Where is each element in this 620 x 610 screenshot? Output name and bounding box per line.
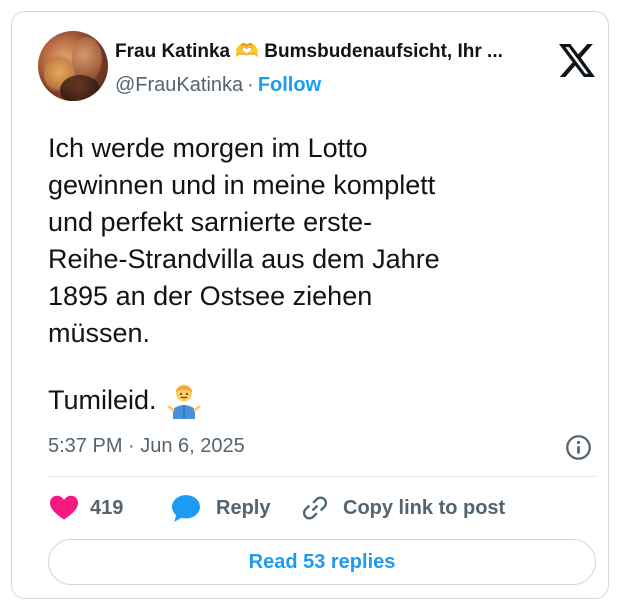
author-handle[interactable]: @FrauKatinka: [115, 74, 243, 96]
tweet-text-line-2: Tumileid.: [48, 382, 201, 419]
like-count: 419: [90, 496, 124, 519]
tweet-text: Ich werde morgen im Lotto gewinnen und i…: [48, 133, 440, 348]
heart-icon: [50, 495, 78, 520]
separator-dot: ·: [247, 74, 254, 96]
x-logo-icon[interactable]: [559, 44, 595, 77]
like-button[interactable]: 419: [50, 493, 123, 523]
person-shrugging-emoji: [166, 384, 201, 419]
reply-label: Reply: [216, 496, 271, 519]
reply-bubble-icon: [172, 494, 200, 522]
read-replies-button[interactable]: Read 53 replies: [48, 539, 596, 585]
tweet-card: Frau Katinka 🫶 Bumsbudenaufsicht, Ihr ..…: [11, 11, 609, 599]
copy-link-label: Copy link to post: [343, 496, 506, 519]
follow-link[interactable]: Follow: [258, 74, 321, 96]
copy-link-button[interactable]: Copy link to post: [301, 493, 505, 523]
reply-button[interactable]: Reply: [172, 493, 270, 523]
avatar[interactable]: [38, 31, 108, 101]
timestamp[interactable]: 5:37 PM · Jun 6, 2025: [48, 435, 245, 458]
divider: [48, 476, 596, 477]
info-icon[interactable]: [565, 434, 592, 461]
handle-row: @FrauKatinka · Follow: [115, 74, 321, 97]
link-icon: [302, 496, 328, 520]
author-name[interactable]: Frau Katinka 🫶 Bumsbudenaufsicht, Ihr ..…: [115, 39, 535, 63]
tweet-text-tumileid: Tumileid.: [48, 385, 157, 415]
